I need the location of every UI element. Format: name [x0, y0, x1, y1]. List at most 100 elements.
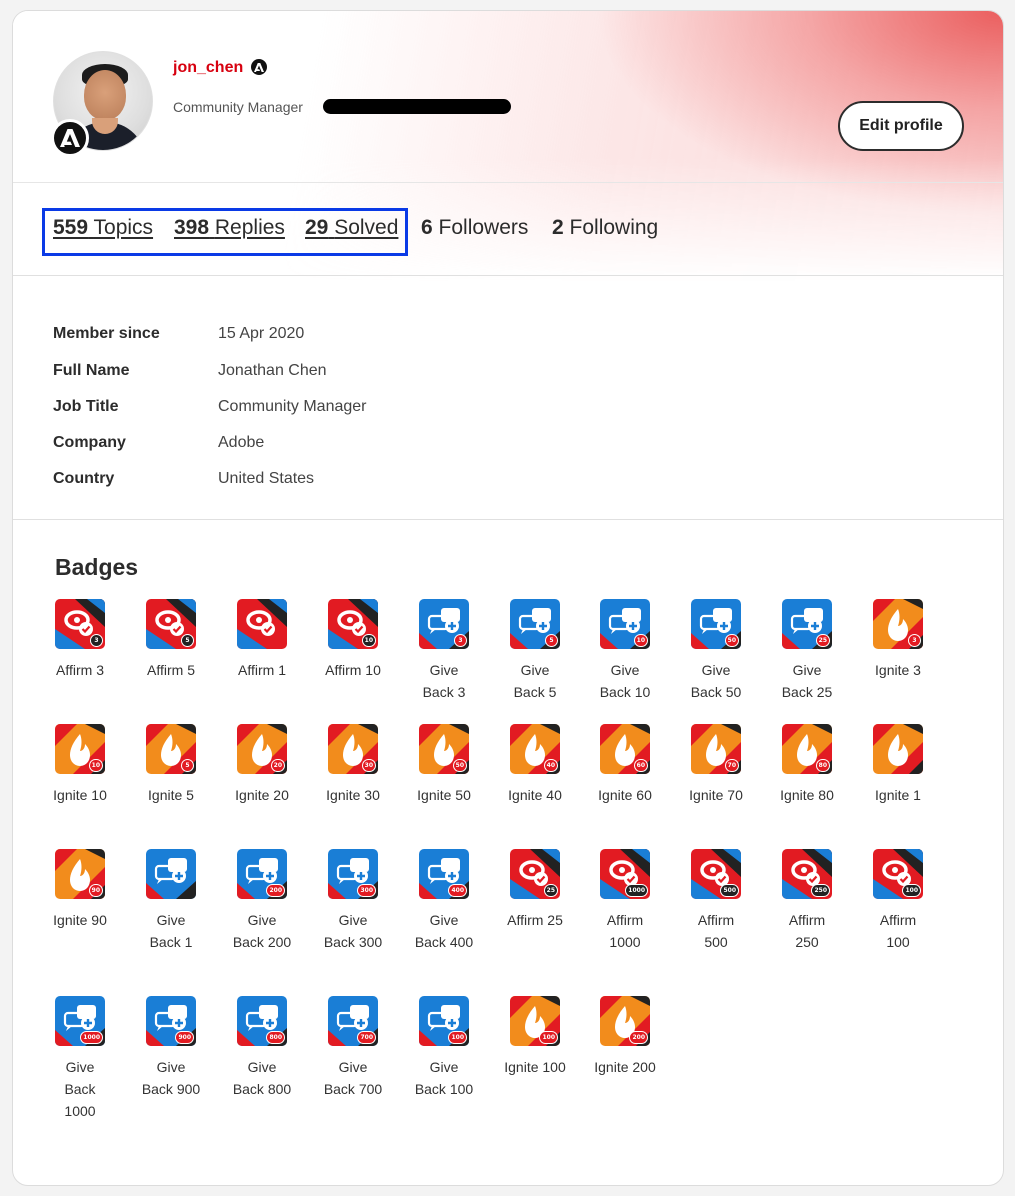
- giveback-badge-icon: 400: [419, 849, 469, 899]
- badge-item[interactable]: 10 Ignite 10: [35, 724, 125, 806]
- badge-item[interactable]: 25 Affirm 25: [490, 849, 580, 931]
- badge-name: Ignite 20: [235, 787, 289, 803]
- adobe-logo-icon: [51, 119, 89, 157]
- badge-item[interactable]: 500 Affirm 500: [671, 849, 761, 953]
- badge-name: Affirm 1000: [606, 912, 644, 950]
- badge-level: 500: [720, 884, 739, 897]
- badge-level: 50: [724, 634, 739, 647]
- stats-bar: 559 Topics 398 Replies 29 Solved 6 Follo…: [13, 183, 1003, 276]
- badge-item[interactable]: 10 Give Back 10: [580, 599, 670, 703]
- detail-label: Job Title: [53, 398, 119, 415]
- ignite-badge-icon: 200: [600, 996, 650, 1046]
- badge-level: 100: [539, 1031, 558, 1044]
- badge-item[interactable]: 5 Affirm 5: [126, 599, 216, 681]
- edit-profile-button[interactable]: Edit profile: [838, 101, 964, 151]
- user-role: Community Manager: [173, 99, 303, 115]
- badge-item[interactable]: 50 Ignite 50: [399, 724, 489, 806]
- badge-level: 10: [633, 634, 648, 647]
- badge-name: Give Back 300: [323, 912, 383, 950]
- badge-item[interactable]: 60 Ignite 60: [580, 724, 670, 806]
- badge-name: Give Back 800: [232, 1059, 292, 1097]
- badge-item[interactable]: 70 Ignite 70: [671, 724, 761, 806]
- ignite-badge-icon: 10: [55, 724, 105, 774]
- badge-item[interactable]: 100 Affirm 100: [853, 849, 943, 953]
- affirm-badge-icon: 250: [782, 849, 832, 899]
- giveback-badge-icon: 700: [328, 996, 378, 1046]
- badge-item[interactable]: 5 Give Back 5: [490, 599, 580, 703]
- badge-item[interactable]: 900 Give Back 900: [126, 996, 216, 1100]
- avatar[interactable]: [51, 51, 155, 157]
- badge-item[interactable]: 800 Give Back 800: [217, 996, 307, 1100]
- ignite-badge-icon: 80: [782, 724, 832, 774]
- detail-value: Jonathan Chen: [218, 362, 327, 379]
- badge-level: 3: [908, 634, 921, 647]
- affirm-badge-icon: 1000: [600, 849, 650, 899]
- affirm-badge-icon: 5: [146, 599, 196, 649]
- badge-name: Affirm 3: [56, 662, 104, 678]
- username-link[interactable]: jon_chen: [173, 59, 243, 77]
- badge-level: 30: [361, 759, 376, 772]
- ignite-badge-icon: 60: [600, 724, 650, 774]
- badge-name: Ignite 80: [780, 787, 834, 803]
- badge-item[interactable]: 3 Affirm 3: [35, 599, 125, 681]
- badge-level: 60: [633, 759, 648, 772]
- giveback-badge-icon: 800: [237, 996, 287, 1046]
- badge-item[interactable]: 300 Give Back 300: [308, 849, 398, 953]
- badge-level: 900: [175, 1031, 194, 1044]
- badge-item[interactable]: 200 Ignite 200: [580, 996, 670, 1078]
- badge-item[interactable]: 25 Give Back 25: [762, 599, 852, 703]
- badge-item[interactable]: 400 Give Back 400: [399, 849, 489, 953]
- detail-value: 15 Apr 2020: [218, 325, 305, 342]
- badge-level: 40: [543, 759, 558, 772]
- badge-name: Ignite 1: [875, 787, 921, 803]
- badge-item[interactable]: 3 Ignite 3: [853, 599, 943, 681]
- badge-item[interactable]: 20 Ignite 20: [217, 724, 307, 806]
- badge-item[interactable]: 1000 Affirm 1000: [580, 849, 670, 953]
- badge-item[interactable]: 700 Give Back 700: [308, 996, 398, 1100]
- badge-level: 1000: [625, 884, 648, 897]
- badge-item[interactable]: 5 Ignite 5: [126, 724, 216, 806]
- badge-name: Give Back 10: [599, 662, 651, 700]
- badge-item[interactable]: 250 Affirm 250: [762, 849, 852, 953]
- badge-name: Give Back 900: [141, 1059, 201, 1097]
- badge-item[interactable]: 10 Affirm 10: [308, 599, 398, 681]
- badge-level: 700: [357, 1031, 376, 1044]
- badge-level: 400: [448, 884, 467, 897]
- profile-header: jon_chen Community Manager Edit profile: [13, 11, 1003, 183]
- badge-item[interactable]: 100 Ignite 100: [490, 996, 580, 1078]
- badge-item[interactable]: 50 Give Back 50: [671, 599, 761, 703]
- badge-item[interactable]: Ignite 1: [853, 724, 943, 806]
- badge-name: Affirm 500: [697, 912, 735, 950]
- badge-level: 100: [902, 884, 921, 897]
- badge-item[interactable]: 200 Give Back 200: [217, 849, 307, 953]
- stat-followers[interactable]: 6 Followers: [421, 216, 528, 240]
- badge-name: Affirm 10: [325, 662, 381, 678]
- badge-level: 5: [181, 759, 194, 772]
- badge-item[interactable]: 40 Ignite 40: [490, 724, 580, 806]
- badge-name: Give Back 25: [781, 662, 833, 700]
- detail-label: Company: [53, 434, 126, 451]
- badge-name: Give Back 100: [414, 1059, 474, 1097]
- badge-item[interactable]: 1000 Give Back 1000: [35, 996, 125, 1122]
- giveback-badge-icon: 100: [419, 996, 469, 1046]
- badge-item[interactable]: 30 Ignite 30: [308, 724, 398, 806]
- badge-level: 80: [815, 759, 830, 772]
- badge-item[interactable]: 3 Give Back 3: [399, 599, 489, 703]
- ignite-badge-icon: 50: [419, 724, 469, 774]
- badge-level: 1000: [80, 1031, 103, 1044]
- affirm-badge-icon: 10: [328, 599, 378, 649]
- badge-level: 25: [543, 884, 558, 897]
- giveback-badge-icon: 300: [328, 849, 378, 899]
- giveback-badge-icon: 1000: [55, 996, 105, 1046]
- badge-item[interactable]: 90 Ignite 90: [35, 849, 125, 931]
- badge-item[interactable]: Give Back 1: [126, 849, 216, 953]
- badge-name: Ignite 3: [875, 662, 921, 678]
- badge-level: 300: [357, 884, 376, 897]
- badge-item[interactable]: Affirm 1: [217, 599, 307, 681]
- stat-following[interactable]: 2 Following: [552, 216, 658, 240]
- badge-level: 250: [811, 884, 830, 897]
- badge-level: 800: [266, 1031, 285, 1044]
- badge-item[interactable]: 80 Ignite 80: [762, 724, 852, 806]
- giveback-badge-icon: 50: [691, 599, 741, 649]
- badge-item[interactable]: 100 Give Back 100: [399, 996, 489, 1100]
